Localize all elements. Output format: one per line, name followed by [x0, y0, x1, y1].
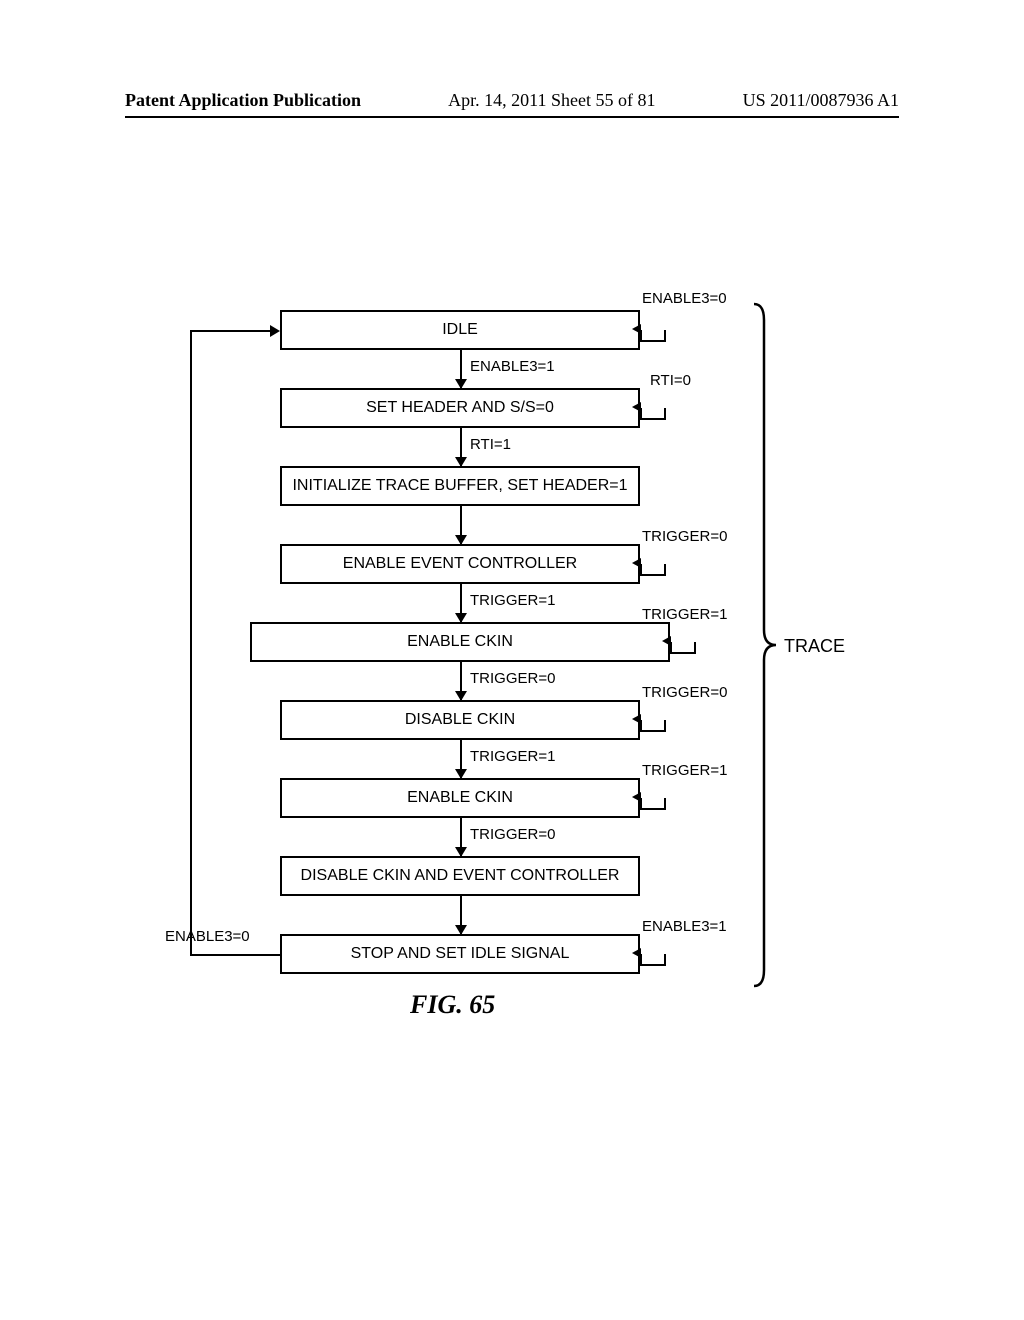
arrow-label-2-3: RTI=1 [470, 436, 511, 453]
selfloop-label-enable-event-ctrl: TRIGGER=0 [642, 528, 727, 545]
page-header: Patent Application Publication Apr. 14, … [125, 90, 899, 111]
selfloop-label-idle: ENABLE3=0 [642, 290, 727, 307]
arrow-7-8 [460, 818, 462, 856]
arrow-label-6-7: TRIGGER=1 [470, 748, 555, 765]
arrow-label-7-8: TRIGGER=0 [470, 826, 555, 843]
selfloop-stop-idle [640, 954, 666, 980]
box-idle: IDLE [280, 310, 640, 350]
header-right: US 2011/0087936 A1 [743, 90, 899, 111]
header-left: Patent Application Publication [125, 90, 361, 111]
selfloop-label-enable-ckin-1: TRIGGER=1 [642, 606, 727, 623]
box-enable-ckin-2: ENABLE CKIN [280, 778, 640, 818]
arrow-5-6 [460, 662, 462, 700]
selfloop-label-stop-idle: ENABLE3=1 [642, 918, 727, 935]
arrow-2-3 [460, 428, 462, 466]
arrow-1-2 [460, 350, 462, 388]
arrow-4-5 [460, 584, 462, 622]
box-stop-idle: STOP AND SET IDLE SIGNAL [280, 934, 640, 974]
fb-seg-2 [190, 330, 192, 956]
selfloop-enable-ckin-1 [670, 642, 696, 668]
arrow-6-7 [460, 740, 462, 778]
box-set-header: SET HEADER AND S/S=0 [280, 388, 640, 428]
arrow-8-9 [460, 896, 462, 934]
arrow-label-4-5: TRIGGER=1 [470, 592, 555, 609]
box-disable-ckin: DISABLE CKIN [280, 700, 640, 740]
arrow-label-1-2: ENABLE3=1 [470, 358, 555, 375]
box-enable-ckin-1: ENABLE CKIN [250, 622, 670, 662]
figure-caption: FIG. 65 [410, 990, 495, 1020]
selfloop-enable-ckin-2 [640, 798, 666, 824]
fb-seg-1 [190, 954, 280, 956]
feedback-label: ENABLE3=0 [165, 928, 250, 945]
selfloop-label-set-header: RTI=0 [650, 372, 691, 389]
arrow-3-4 [460, 506, 462, 544]
selfloop-label-enable-ckin-2: TRIGGER=1 [642, 762, 727, 779]
box-enable-event-ctrl: ENABLE EVENT CONTROLLER [280, 544, 640, 584]
box-init-trace-buffer: INITIALIZE TRACE BUFFER, SET HEADER=1 [280, 466, 640, 506]
header-rule [125, 116, 899, 118]
fb-seg-3 [190, 330, 270, 332]
header-mid: Apr. 14, 2011 Sheet 55 of 81 [448, 90, 655, 111]
fb-arrowhead [270, 325, 280, 337]
selfloop-set-header [640, 408, 666, 434]
selfloop-idle [640, 330, 666, 356]
trace-brace-label: TRACE [784, 636, 845, 657]
selfloop-enable-event-ctrl [640, 564, 666, 590]
selfloop-label-disable-ckin: TRIGGER=0 [642, 684, 727, 701]
arrow-label-5-6: TRIGGER=0 [470, 670, 555, 687]
box-disable-ckin-event: DISABLE CKIN AND EVENT CONTROLLER [280, 856, 640, 896]
selfloop-disable-ckin [640, 720, 666, 746]
trace-brace [750, 300, 780, 990]
